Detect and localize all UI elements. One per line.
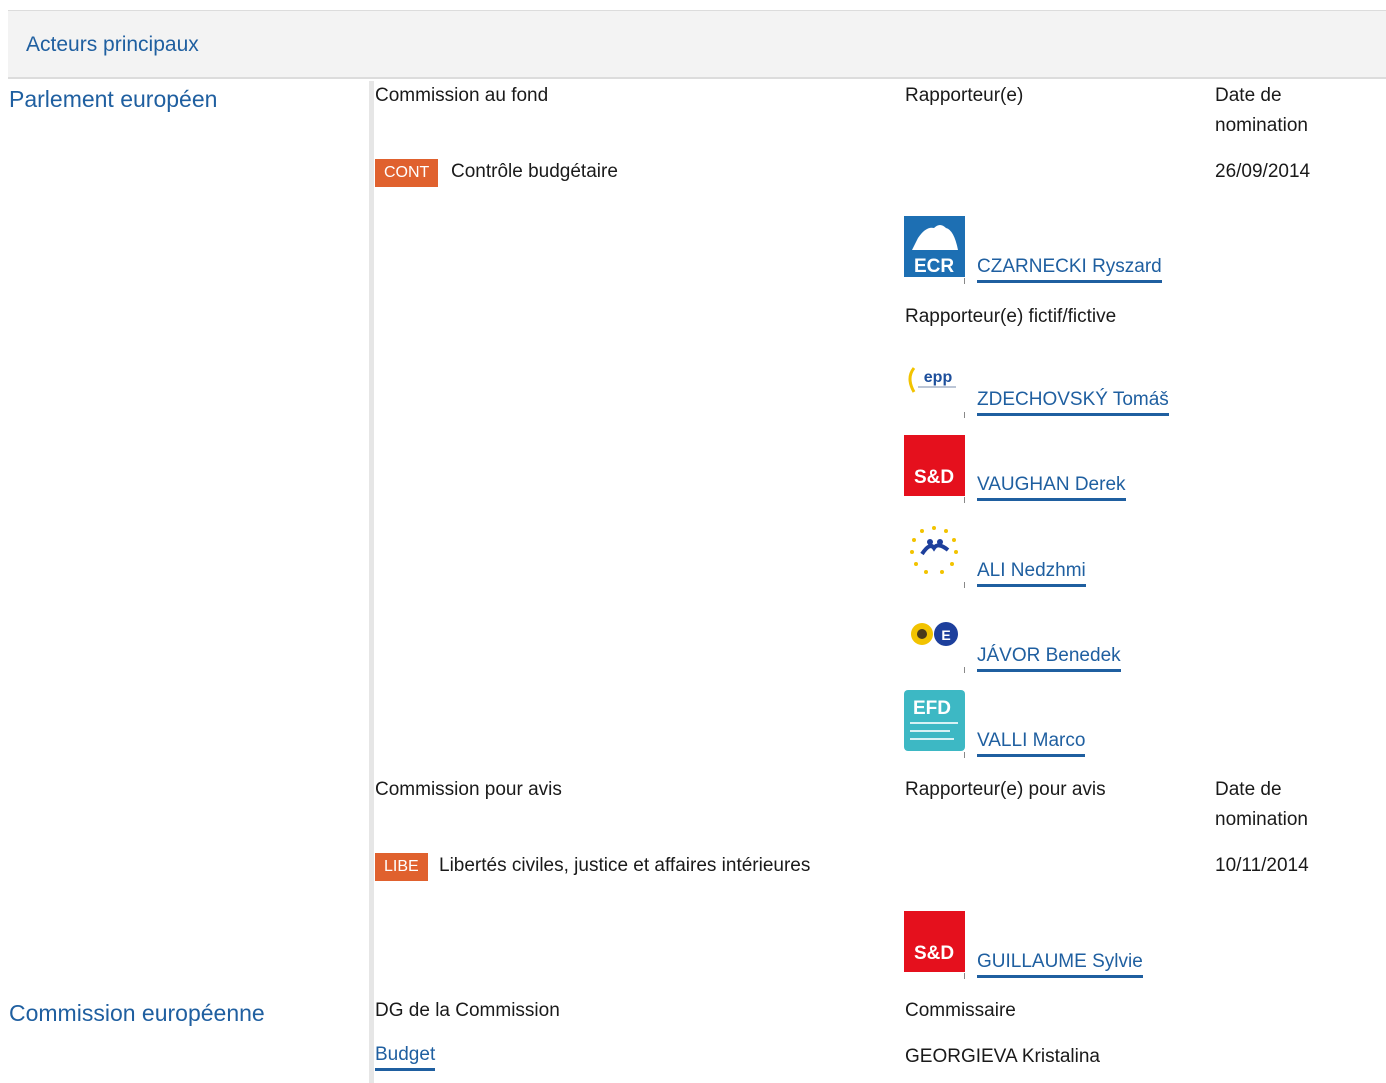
opinion-committee-name: Libertés civiles, justice et affaires in… bbox=[439, 855, 811, 876]
committee-badge-cont: CONT bbox=[375, 159, 439, 187]
svg-text:ECR: ECR bbox=[914, 256, 954, 277]
opinion-committee-header: Commission pour avis bbox=[375, 779, 562, 800]
committee-badge-libe: LIBE bbox=[375, 853, 428, 881]
alde-logo-icon bbox=[904, 520, 965, 581]
opinion-rapporteur-header: Rapporteur(e) pour avis bbox=[905, 779, 1106, 800]
link-marker bbox=[964, 973, 965, 979]
svg-text:S&D: S&D bbox=[914, 467, 954, 488]
dg-link[interactable]: Budget bbox=[375, 1044, 436, 1071]
section-label-parliament: Parlement européen bbox=[9, 86, 218, 112]
section-header: Acteurs principaux bbox=[8, 10, 1386, 79]
shadow-rapporteur-link[interactable]: VAUGHAN Derek bbox=[977, 474, 1126, 501]
section-title: Acteurs principaux bbox=[26, 33, 199, 56]
column-divider bbox=[369, 81, 374, 1083]
greens-efa-logo-icon: E bbox=[904, 605, 965, 666]
ecr-logo-icon: ECR bbox=[904, 216, 965, 277]
link-marker bbox=[964, 497, 965, 503]
nomination-date: 26/09/2014 bbox=[1215, 161, 1311, 182]
link-marker bbox=[964, 278, 965, 284]
committee-name: Contrôle budgétaire bbox=[451, 161, 618, 182]
link-marker bbox=[964, 667, 965, 673]
sd-logo-icon: S&D bbox=[904, 435, 965, 496]
link-marker bbox=[964, 412, 965, 418]
dg-header: DG de la Commission bbox=[375, 1000, 560, 1021]
shadow-rapporteur-link[interactable]: JÁVOR Benedek bbox=[977, 645, 1121, 672]
svg-text:EFD: EFD bbox=[913, 698, 951, 719]
epp-logo-icon: epp bbox=[904, 350, 965, 411]
opinion-nomination-date: 10/11/2014 bbox=[1215, 855, 1309, 876]
opinion-rapporteur-link[interactable]: GUILLAUME Sylvie bbox=[977, 951, 1143, 978]
shadow-rapporteur-link[interactable]: VALLI Marco bbox=[977, 730, 1086, 757]
shadow-header: Rapporteur(e) fictif/fictive bbox=[905, 306, 1117, 327]
svg-text:S&D: S&D bbox=[914, 943, 954, 964]
sd-logo-icon: S&D bbox=[904, 911, 965, 972]
svg-text:epp: epp bbox=[924, 369, 953, 386]
link-marker bbox=[964, 752, 965, 758]
rapporteur-link[interactable]: CZARNECKI Ryszard bbox=[977, 256, 1162, 283]
efd-logo-icon: EFD bbox=[904, 690, 965, 751]
date-header: Date de nomination bbox=[1215, 85, 1308, 136]
link-marker bbox=[964, 582, 965, 588]
commissioner-name: GEORGIEVA Kristalina bbox=[905, 1046, 1100, 1067]
rapporteur-header: Rapporteur(e) bbox=[905, 85, 1024, 106]
shadow-rapporteur-link[interactable]: ALI Nedzhmi bbox=[977, 560, 1086, 587]
section-label-commission: Commission européenne bbox=[9, 1000, 265, 1026]
shadow-rapporteur-link[interactable]: ZDECHOVSKÝ Tomáš bbox=[977, 389, 1169, 416]
opinion-date-header: Date de nomination bbox=[1215, 779, 1308, 830]
svg-text:E: E bbox=[941, 627, 950, 643]
commissioner-header: Commissaire bbox=[905, 1000, 1016, 1021]
lead-committee-header: Commission au fond bbox=[375, 85, 549, 106]
